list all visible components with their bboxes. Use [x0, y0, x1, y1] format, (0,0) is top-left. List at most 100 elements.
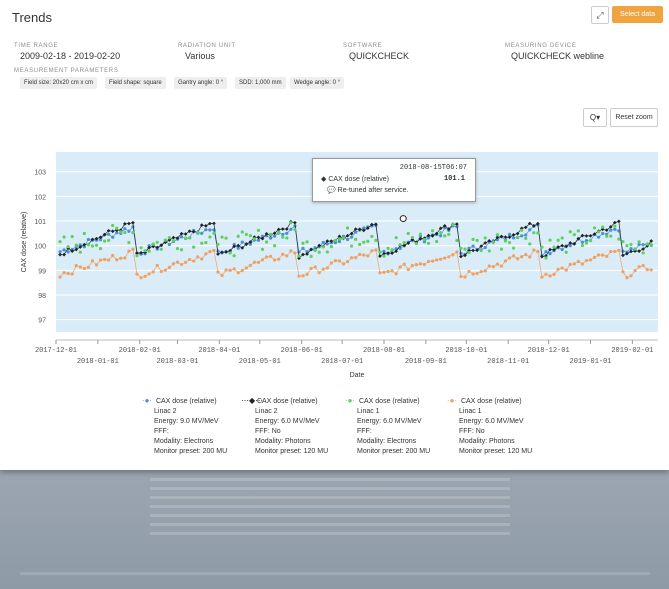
data-point [341, 262, 346, 266]
reflection-mark [150, 496, 510, 499]
data-point [463, 275, 467, 279]
x-tick-label: 2018-09-01 [405, 358, 447, 366]
data-point [366, 239, 370, 243]
data-point [592, 226, 597, 230]
data-point [358, 242, 362, 247]
data-point [305, 272, 309, 276]
y-tick-label: 102 [34, 194, 46, 201]
data-point [544, 250, 548, 254]
data-point [82, 266, 86, 271]
data-point [179, 248, 184, 252]
tooltip-comment: 💬 Re-tuned after service. [327, 186, 408, 194]
data-point [471, 272, 475, 276]
data-point [119, 256, 123, 260]
legend-item[interactable]: ·●· CAX dose (relative) Linac 2 Energy: 9.… [140, 396, 240, 457]
data-point [629, 242, 633, 247]
data-point [499, 247, 504, 251]
data-point [200, 257, 204, 261]
legend-item[interactable]: ⋯◆⋯ CAX dose (relative) Linac 2 Energy: 6.… [241, 396, 341, 457]
data-point [248, 234, 252, 238]
data-point [171, 262, 176, 266]
select-data-button[interactable]: Select data [612, 6, 663, 23]
data-point [398, 265, 402, 269]
data-point [548, 238, 552, 242]
data-point [507, 256, 512, 260]
data-point [66, 271, 70, 276]
data-point [503, 239, 508, 243]
data-point [536, 250, 540, 254]
reset-zoom-button[interactable]: Reset zoom [610, 108, 658, 127]
data-point [131, 247, 135, 251]
legend-marker-icon: ·●· [141, 396, 153, 405]
data-point [471, 244, 475, 248]
data-point [204, 252, 208, 256]
data-point [139, 276, 143, 280]
data-point [605, 254, 609, 258]
legend-item[interactable]: ·●· CAX dose (relative) Linac 1 Energy: 6.… [343, 396, 443, 457]
data-point [260, 258, 265, 262]
data-point [507, 241, 512, 245]
data-point [86, 243, 90, 247]
data-point [200, 241, 204, 245]
expand-icon[interactable]: ⤢ [591, 6, 609, 24]
data-point [179, 235, 184, 239]
data-point [560, 247, 564, 252]
data-point [115, 226, 119, 230]
data-point [228, 251, 232, 255]
reflection-mark [150, 523, 510, 526]
legend-detail: Monitor preset: 200 MU [357, 448, 431, 455]
data-point [107, 232, 111, 236]
data-point [236, 271, 240, 275]
data-point [621, 239, 625, 244]
data-point [208, 235, 212, 239]
data-point [532, 248, 536, 252]
data-point [297, 274, 301, 278]
data-point [329, 261, 333, 265]
data-point [155, 263, 159, 268]
radiation-unit-label: RADIATION UNIT [178, 43, 236, 49]
data-point [447, 255, 451, 259]
legend-detail: FFF: No [459, 428, 485, 435]
data-point [430, 229, 435, 233]
data-point [479, 248, 483, 253]
data-point [285, 254, 289, 258]
data-point [354, 230, 358, 234]
data-point [317, 271, 321, 275]
data-point [414, 263, 418, 267]
data-point [511, 254, 516, 258]
zoom-menu-button[interactable]: Q▾ [583, 108, 607, 127]
data-point [426, 259, 431, 264]
data-point [418, 262, 423, 266]
data-point [66, 245, 70, 249]
data-point [524, 252, 528, 257]
data-point [86, 265, 90, 269]
data-point [289, 227, 293, 231]
data-point [171, 238, 176, 243]
data-point [520, 255, 524, 259]
legend-detail: Energy: 6.0 MV/MeV [357, 418, 422, 425]
data-point [313, 248, 317, 252]
data-point [491, 240, 495, 244]
x-tick-label: 2018-07-01 [321, 358, 363, 366]
data-point [281, 232, 285, 237]
data-point [451, 253, 455, 257]
data-point [528, 242, 532, 246]
data-point [580, 240, 585, 244]
legend-series-name: ⋯◆⋯ CAX dose (relative) [241, 396, 341, 407]
data-point [111, 235, 115, 239]
data-point [135, 272, 139, 276]
data-point [74, 263, 78, 268]
reflection-mark [20, 572, 650, 575]
data-point [333, 259, 338, 263]
x-tick-label: 2017-12-01 [35, 347, 77, 355]
reflection-mark [150, 487, 510, 490]
x-tick-label: 2018-10-01 [445, 347, 487, 355]
data-point [524, 236, 528, 240]
data-point [204, 241, 208, 245]
data-point [370, 249, 374, 253]
x-tick-label: 2018-02-01 [119, 347, 161, 355]
data-point [394, 272, 398, 276]
data-point [208, 249, 212, 254]
data-point [382, 270, 386, 274]
legend-item[interactable]: ·●· CAX dose (relative) Linac 1 Energy: 6.… [445, 396, 545, 457]
